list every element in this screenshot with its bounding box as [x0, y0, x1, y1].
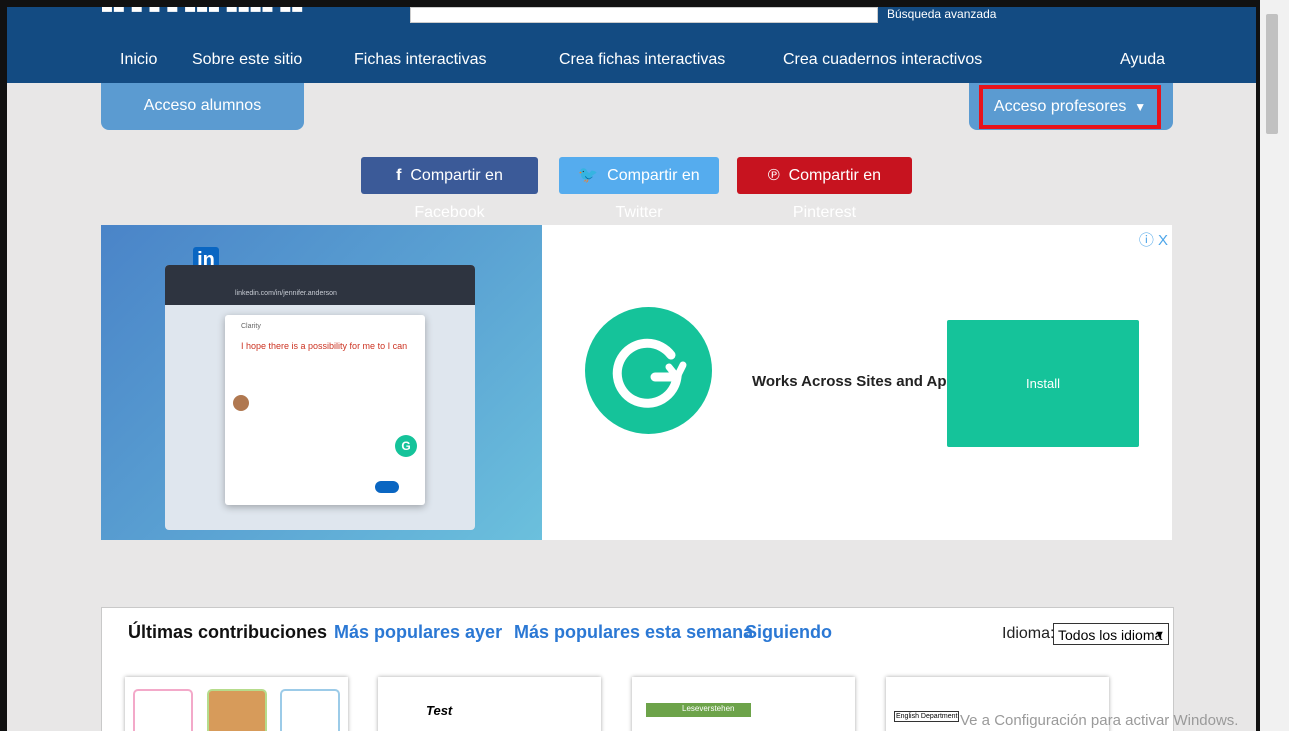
language-label: Idioma: — [1002, 625, 1055, 642]
share-twitter-label: Compartir en Twitter — [607, 167, 700, 221]
meat-card — [280, 689, 340, 731]
student-access-label: Acceso alumnos — [143, 97, 262, 114]
search-input[interactable] — [410, 7, 878, 23]
tab-latest[interactable]: Últimas contribuciones — [128, 622, 327, 643]
nav-fichas[interactable]: Fichas interactivas — [354, 51, 487, 69]
tab-popular-yesterday[interactable]: Más populares ayer — [334, 622, 502, 643]
scrollbar[interactable] — [1260, 0, 1289, 731]
teacher-access-label: Acceso profesores — [993, 98, 1127, 115]
advertisement[interactable]: in linkedin.com/in/jennifer.anderson Cla… — [101, 225, 1172, 540]
pinterest-icon: ℗ — [767, 167, 780, 184]
browser-tabbar: linkedin.com/in/jennifer.anderson — [165, 265, 475, 305]
grammarly-logo-icon — [585, 307, 712, 434]
leseverstehen-label: Leseverstehen — [682, 704, 735, 713]
frame-border-left — [0, 0, 7, 731]
windows-activation-watermark: Ve a Configuración para activar Windows. — [960, 712, 1239, 729]
share-pinterest-button[interactable]: ℗ Compartir en Pinterest — [737, 157, 912, 221]
install-button[interactable]: Install — [947, 320, 1139, 447]
nav-sobre[interactable]: Sobre este sitio — [192, 51, 302, 69]
frame-border-top — [0, 0, 1260, 7]
facebook-icon: f — [396, 167, 402, 184]
scrollbar-thumb[interactable] — [1266, 14, 1278, 134]
share-twitter-button[interactable]: 🐦 Compartir en Twitter — [559, 157, 719, 221]
language-select[interactable]: Todos los idioma ▼ — [1053, 623, 1169, 645]
student-access-button[interactable]: Acceso alumnos — [101, 83, 304, 130]
ad-headline: Works Across Sites and Apps — [752, 373, 965, 390]
ad-image: in linkedin.com/in/jennifer.anderson Cla… — [101, 225, 542, 540]
clarity-card: Clarity I hope there is a possibility fo… — [225, 315, 425, 505]
tab-popular-week[interactable]: Más populares esta semana — [514, 622, 753, 643]
worksheet-thumb-3[interactable]: Leseverstehen — [632, 677, 855, 731]
guitar-card — [207, 689, 267, 731]
ad-close-icon[interactable]: ⓘ X — [1139, 229, 1168, 250]
post-button — [375, 481, 399, 493]
bug-card — [133, 689, 193, 731]
department-label: English Department — [894, 711, 960, 722]
worksheet-thumb-1[interactable] — [125, 677, 348, 731]
screen: ▀▀ ▀ ▀ ▀ ▀▀▀ ▀▀▀▀ ▀▀ Búsqueda avanzada I… — [0, 0, 1289, 731]
chevron-down-icon: ▼ — [1154, 629, 1165, 641]
site-header: ▀▀ ▀ ▀ ▀ ▀▀▀ ▀▀▀▀ ▀▀ Búsqueda avanzada I… — [7, 7, 1256, 83]
test-label: Test — [426, 703, 453, 718]
grammarly-badge-icon: G — [395, 435, 417, 457]
dropdown-arrow-icon: ▼ — [1130, 100, 1147, 114]
share-facebook-label: Compartir en Facebook — [410, 167, 503, 221]
browser-viewport: ▀▀ ▀ ▀ ▀ ▀▀▀ ▀▀▀▀ ▀▀ Búsqueda avanzada I… — [7, 7, 1256, 731]
tab-following[interactable]: Siguiendo — [745, 622, 832, 643]
avatar — [233, 395, 249, 411]
share-facebook-button[interactable]: f Compartir en Facebook — [361, 157, 538, 221]
suggestion-text: I hope there is a possibility for me to … — [241, 341, 408, 351]
teacher-access-highlight[interactable]: Acceso profesores ▼ — [979, 85, 1161, 129]
nav-crea-fichas[interactable]: Crea fichas interactivas — [559, 51, 725, 69]
worksheet-thumb-2[interactable]: Test — [378, 677, 601, 731]
language-value: Todos los idioma — [1058, 627, 1163, 643]
nav-crea-cuadernos[interactable]: Crea cuadernos interactivos — [783, 51, 982, 69]
nav-inicio[interactable]: Inicio — [120, 51, 157, 69]
browser-mockup: linkedin.com/in/jennifer.anderson Clarit… — [165, 265, 475, 530]
teacher-access-button[interactable]: Acceso profesores ▼ — [969, 83, 1173, 130]
url-text: linkedin.com/in/jennifer.anderson — [235, 290, 337, 297]
advanced-search-link[interactable]: Búsqueda avanzada — [887, 7, 996, 21]
nav-ayuda[interactable]: Ayuda — [1120, 51, 1165, 69]
twitter-icon: 🐦 — [578, 167, 599, 184]
site-logo[interactable]: ▀▀ ▀ ▀ ▀ ▀▀▀ ▀▀▀▀ ▀▀ — [102, 7, 304, 19]
clarity-label: Clarity — [241, 323, 261, 330]
share-pinterest-label: Compartir en Pinterest — [788, 167, 882, 221]
